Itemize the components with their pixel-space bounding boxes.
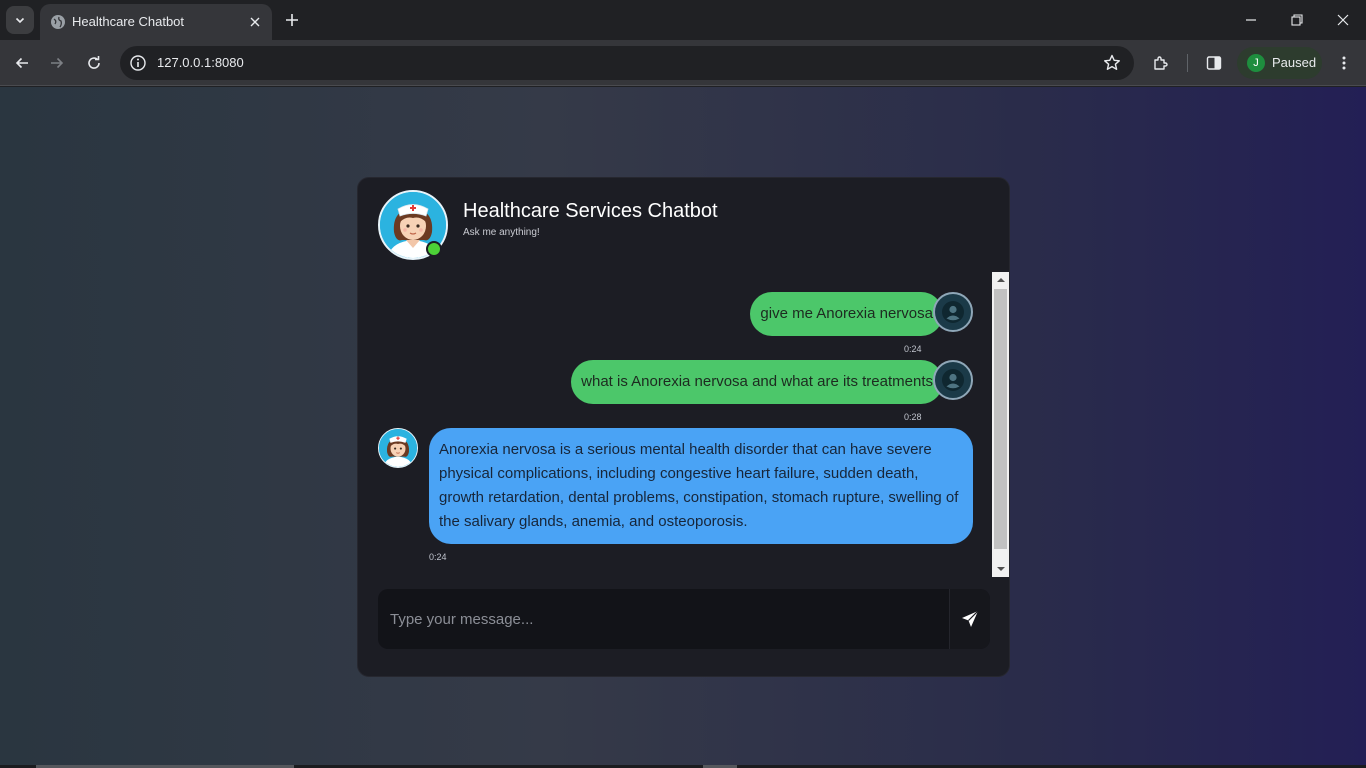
message-text: give me Anorexia nervosa (760, 305, 933, 322)
star-icon[interactable] (1102, 53, 1122, 73)
minimize-icon (1246, 19, 1256, 21)
message-composer (378, 589, 990, 649)
restore-button[interactable] (1274, 0, 1320, 40)
message-text: Anorexia nervosa is a serious mental hea… (439, 441, 959, 530)
plus-icon (286, 14, 298, 26)
toolbar-divider (1187, 54, 1188, 72)
chat-subtitle: Ask me anything! (463, 227, 540, 238)
message-text: what is Anorexia nervosa and what are it… (581, 373, 933, 390)
caret-down-icon (996, 567, 1005, 571)
scroll-thumb[interactable] (994, 289, 1007, 549)
message-timestamp: 0:24 (429, 552, 447, 562)
menu-button[interactable] (1330, 49, 1358, 77)
active-tab[interactable]: Healthcare Chatbot (40, 4, 272, 40)
page-background: Healthcare Services Chatbot Ask me anyth… (0, 87, 1366, 768)
close-icon (1337, 14, 1349, 26)
info-icon[interactable] (129, 54, 147, 72)
message-timestamp: 0:24 (904, 344, 922, 354)
caret-up-icon (996, 278, 1005, 282)
profile-status: Paused (1272, 55, 1317, 70)
side-panel-icon (1206, 56, 1222, 70)
profile-avatar: J (1247, 54, 1265, 72)
message-scrollbar[interactable] (992, 272, 1009, 577)
browser-tabstrip: Healthcare Chatbot (0, 0, 1366, 40)
close-window-button[interactable] (1320, 0, 1366, 40)
reload-icon (88, 56, 100, 69)
user-icon (942, 301, 964, 323)
side-panel-button[interactable] (1200, 49, 1228, 77)
more-vert-icon (1342, 56, 1346, 70)
send-button[interactable] (949, 589, 990, 649)
globe-icon (51, 15, 65, 29)
close-icon (250, 17, 260, 27)
online-status-indicator (426, 241, 442, 257)
new-tab-button[interactable] (280, 8, 304, 32)
user-icon (942, 369, 964, 391)
tab-search-button[interactable] (6, 6, 34, 34)
chat-card: Healthcare Services Chatbot Ask me anyth… (357, 177, 1010, 677)
tab-title: Healthcare Chatbot (72, 14, 185, 29)
restore-icon (1291, 14, 1303, 26)
extensions-button[interactable] (1147, 49, 1175, 77)
address-bar[interactable]: 127.0.0.1:8080 (120, 46, 1134, 80)
scroll-up-button[interactable] (992, 272, 1009, 288)
user-message-bubble: what is Anorexia nervosa and what are it… (571, 360, 943, 404)
user-message-bubble: give me Anorexia nervosa (750, 292, 943, 336)
user-avatar (933, 292, 973, 332)
arrow-right-icon (51, 57, 64, 69)
message-input[interactable] (378, 589, 949, 649)
puzzle-icon (1154, 56, 1168, 70)
scroll-down-button[interactable] (992, 561, 1009, 577)
message-list[interactable]: give me Anorexia nervosa 0:24 what is An… (378, 273, 993, 577)
arrow-left-icon (15, 57, 28, 69)
message-timestamp: 0:28 (904, 412, 922, 422)
forward-button[interactable] (43, 49, 71, 77)
user-avatar (933, 360, 973, 400)
bot-message-avatar (378, 428, 418, 468)
tab-close-button[interactable] (246, 13, 264, 31)
nurse-avatar-icon (379, 429, 417, 467)
chevron-down-icon (15, 17, 25, 24)
reload-button[interactable] (80, 49, 108, 77)
bot-message-bubble: Anorexia nervosa is a serious mental hea… (429, 428, 973, 544)
minimize-button[interactable] (1228, 0, 1274, 40)
profile-button[interactable]: J Paused (1237, 47, 1322, 79)
back-button[interactable] (8, 49, 36, 77)
url-text[interactable]: 127.0.0.1:8080 (157, 55, 244, 71)
browser-toolbar: 127.0.0.1:8080 J Paused (0, 40, 1366, 86)
chat-title: Healthcare Services Chatbot (463, 200, 718, 222)
send-icon (962, 610, 979, 627)
